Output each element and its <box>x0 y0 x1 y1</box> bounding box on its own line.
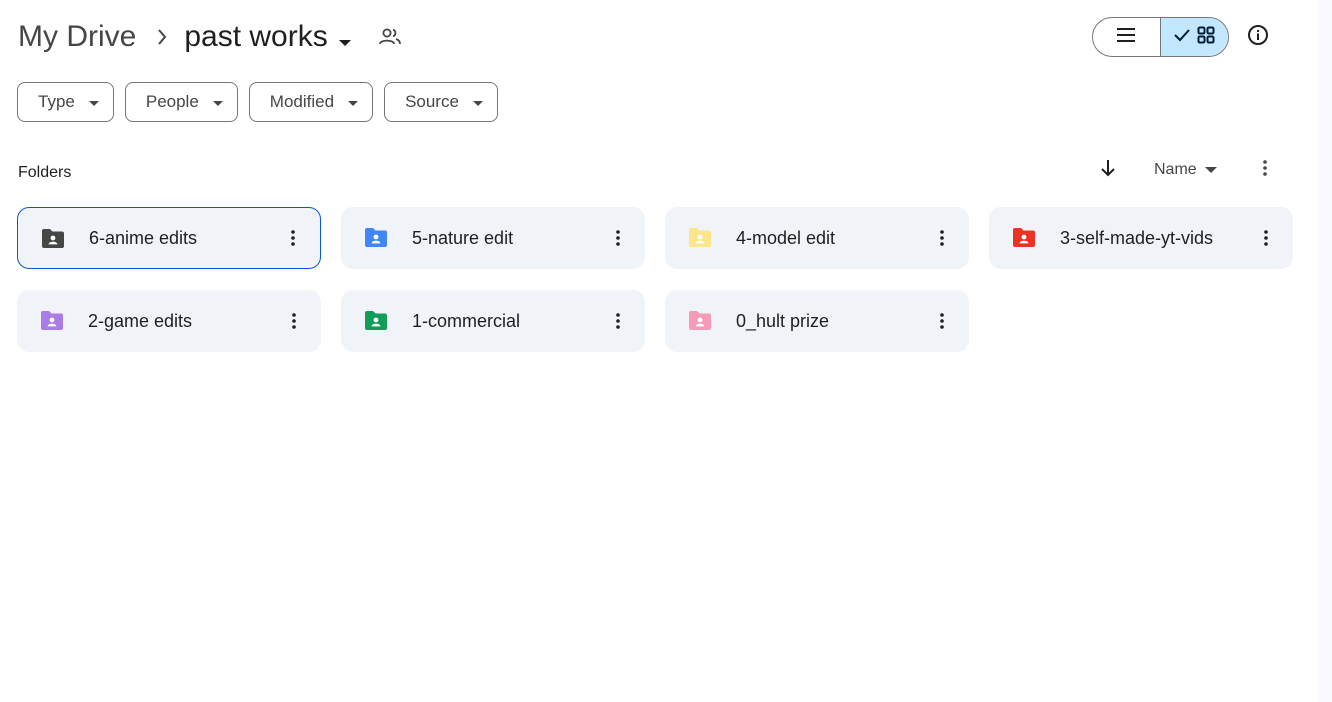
folder-more-button[interactable] <box>280 222 306 254</box>
modified-filter-chip[interactable]: Modified <box>248 82 374 122</box>
sort-by-button[interactable]: Name <box>1150 156 1217 184</box>
folder-more-button[interactable] <box>605 305 631 337</box>
breadcrumb: My Drive past works <box>18 14 402 60</box>
check-icon <box>1173 28 1191 47</box>
more-vert-icon <box>292 313 296 329</box>
type-filter-chip[interactable]: Type <box>17 82 114 122</box>
folder-name: 2-game edits <box>88 310 193 331</box>
view-toggle <box>1092 17 1229 57</box>
info-button[interactable] <box>1242 21 1274 53</box>
folder-name: 1-commercial <box>412 310 521 331</box>
more-vert-icon <box>940 313 944 329</box>
caret-down-icon <box>88 92 99 112</box>
caret-down-icon <box>338 21 352 55</box>
shared-folder-icon <box>39 308 65 334</box>
sort-direction-button[interactable] <box>1094 156 1122 184</box>
folder-card[interactable]: 4-model edit <box>665 207 969 269</box>
shared-folder-icon <box>687 225 713 251</box>
folder-more-button[interactable] <box>605 222 631 254</box>
more-vert-icon <box>1264 230 1268 246</box>
folder-card[interactable]: 5-nature edit <box>341 207 645 269</box>
folders-section-title: Folders <box>18 164 72 181</box>
chip-label: Source <box>405 92 459 111</box>
folder-card[interactable]: 0_hult prize <box>665 290 969 352</box>
list-view-button[interactable] <box>1093 18 1161 56</box>
info-icon <box>1247 24 1269 51</box>
chip-label: Modified <box>269 92 335 111</box>
list-icon <box>1116 27 1136 48</box>
folder-card[interactable]: 1-commercial <box>341 290 645 352</box>
folder-name: 6-anime edits <box>89 227 198 248</box>
filter-bar: Type People Modified Source <box>17 82 498 122</box>
folder-card[interactable]: 3-self-made-yt-vids <box>989 207 1293 269</box>
people-filter-chip[interactable]: People <box>124 82 238 122</box>
folder-name: 5-nature edit <box>412 227 514 248</box>
caret-down-icon <box>1204 161 1217 179</box>
caret-down-icon <box>472 92 483 112</box>
shared-folder-icon <box>687 308 713 334</box>
shared-folder-icon <box>363 225 389 251</box>
folder-name: 4-model edit <box>736 227 836 248</box>
folder-name: 0_hult prize <box>736 310 830 331</box>
more-vert-icon <box>1263 159 1267 181</box>
scrollbar-track <box>1318 0 1332 702</box>
chip-label: People <box>145 92 199 111</box>
folder-card[interactable]: 6-anime edits <box>17 207 321 269</box>
grid-icon <box>1197 26 1215 49</box>
folder-card[interactable]: 2-game edits <box>17 290 321 352</box>
source-filter-chip[interactable]: Source <box>384 82 498 122</box>
more-vert-icon <box>940 230 944 246</box>
sort-label: Name <box>1154 161 1197 178</box>
arrow-down-icon <box>1100 159 1116 182</box>
more-vert-icon <box>291 230 295 246</box>
chevron-right-icon <box>140 28 184 46</box>
folder-more-button[interactable] <box>1253 222 1279 254</box>
more-vert-icon <box>616 230 620 246</box>
section-more-button[interactable] <box>1252 156 1278 184</box>
breadcrumb-current-folder[interactable]: past works <box>184 19 351 55</box>
folder-more-button[interactable] <box>929 222 955 254</box>
current-folder-label: past works <box>184 20 328 53</box>
breadcrumb-my-drive[interactable]: My Drive <box>18 20 140 54</box>
folder-grid: 6-anime edits 5-nature edit 4-model edit 3-… <box>17 207 1293 352</box>
folder-more-button[interactable] <box>929 305 955 337</box>
folder-name: 3-self-made-yt-vids <box>1060 227 1214 248</box>
folder-more-button[interactable] <box>281 305 307 337</box>
shared-folder-icon <box>1011 225 1037 251</box>
shared-folder-icon <box>363 308 389 334</box>
caret-down-icon <box>212 92 223 112</box>
more-vert-icon <box>616 313 620 329</box>
shared-folder-icon <box>40 226 66 252</box>
caret-down-icon <box>348 92 359 112</box>
people-icon[interactable] <box>378 27 402 47</box>
chip-label: Type <box>38 92 75 111</box>
grid-view-button[interactable] <box>1160 18 1228 56</box>
